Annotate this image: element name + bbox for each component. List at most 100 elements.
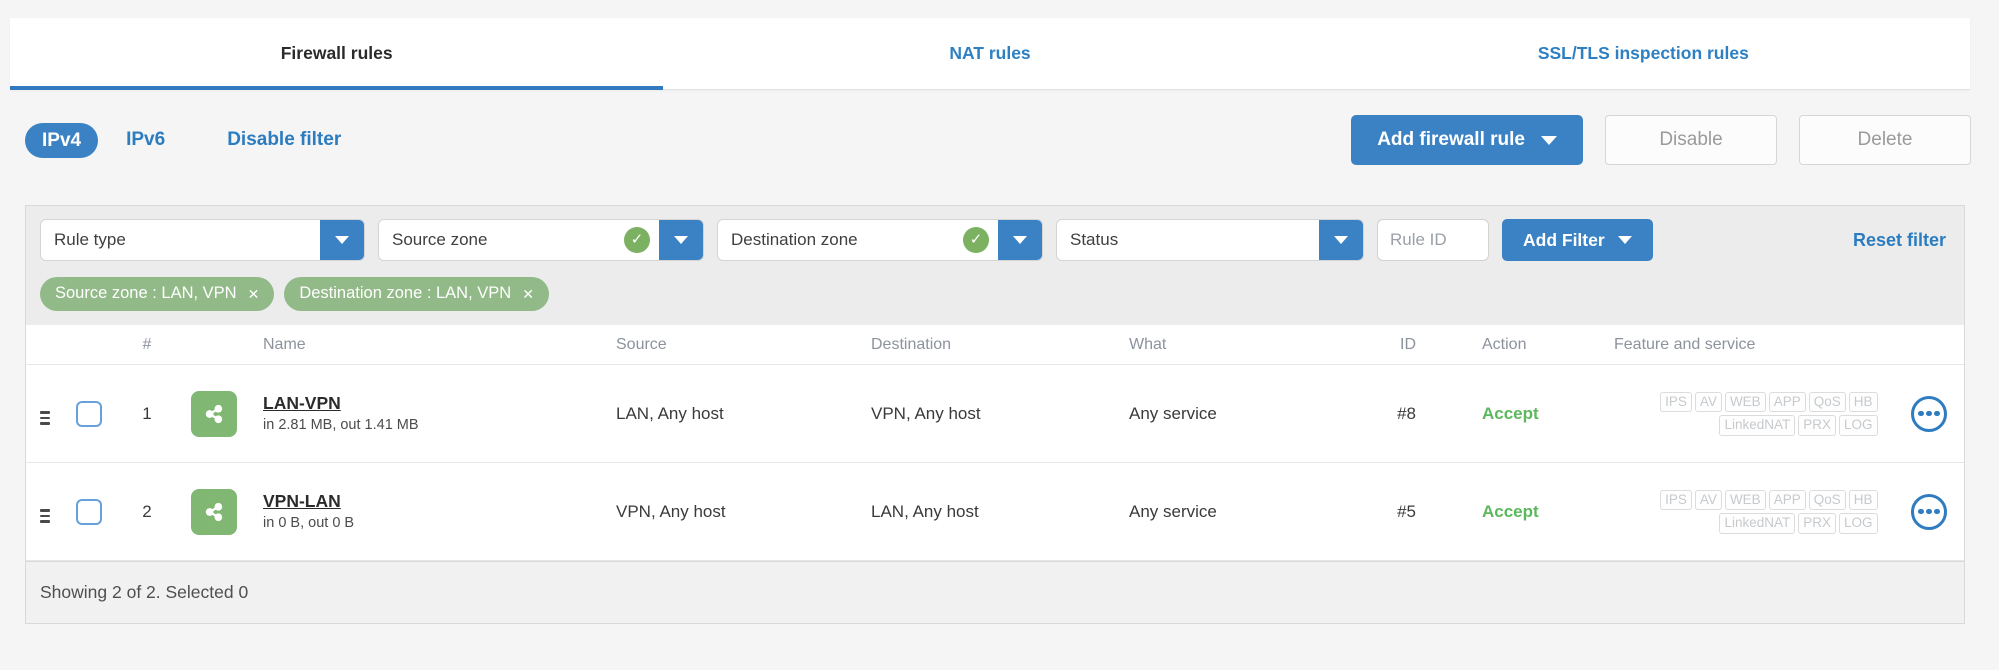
rule-source: VPN, Any host	[616, 501, 726, 521]
check-circle-icon: ✓	[963, 227, 989, 253]
chevron-down-icon	[1541, 135, 1557, 145]
source-zone-dropdown-button[interactable]	[659, 220, 703, 260]
destination-zone-label: Destination zone	[731, 230, 858, 249]
row-number: 2	[142, 501, 152, 521]
feature-badge: WEB	[1724, 489, 1766, 510]
feature-badge: APP	[1768, 391, 1806, 412]
chevron-down-icon	[674, 236, 688, 244]
feature-badges: IPS AV WEB APP QoS HB LinkedNAT PRX LOG	[1564, 488, 1894, 535]
toolbar-actions: Add firewall rule Disable Delete	[1351, 115, 1985, 165]
feature-badge: HB	[1848, 489, 1878, 510]
feature-badge: APP	[1768, 489, 1806, 510]
header-destination: Destination	[871, 335, 952, 353]
chevron-down-icon	[1334, 236, 1348, 244]
reset-filter-link[interactable]: Reset filter	[1853, 230, 1950, 251]
status-dropdown[interactable]: Status	[1056, 219, 1364, 261]
destination-zone-dropdown[interactable]: Destination zone ✓	[717, 219, 1043, 261]
add-filter-button[interactable]: Add Filter	[1502, 219, 1653, 261]
rule-what: Any service	[1129, 403, 1217, 423]
drag-handle-icon[interactable]	[38, 505, 52, 527]
rule-name-link[interactable]: VPN-LAN	[263, 491, 341, 511]
destination-zone-dropdown-button[interactable]	[998, 220, 1042, 260]
rule-what: Any service	[1129, 501, 1217, 521]
header-feature-and-service: Feature and service	[1614, 335, 1756, 353]
filter-chip-text: Destination zone : LAN, VPN	[299, 284, 512, 302]
feature-badge: PRX	[1798, 513, 1836, 534]
source-zone-label: Source zone	[392, 230, 488, 249]
drag-handle-icon[interactable]	[38, 407, 52, 429]
ipv4-toggle[interactable]: IPv4	[25, 122, 99, 158]
header-what: What	[1129, 335, 1167, 353]
check-circle-icon: ✓	[624, 227, 650, 253]
filter-row: Rule type Source zone ✓ Destination zone…	[40, 219, 1950, 261]
feature-badge: AV	[1694, 391, 1722, 412]
table-footer: Showing 2 of 2. Selected 0	[26, 561, 1964, 623]
showing-summary: Showing 2 of 2. Selected 0	[40, 582, 249, 602]
feature-badge: LinkedNAT	[1719, 415, 1796, 436]
feature-badge: QoS	[1808, 391, 1846, 412]
ipv6-toggle[interactable]: IPv6	[126, 129, 165, 151]
row-checkbox[interactable]	[76, 400, 102, 427]
feature-badge: LOG	[1838, 415, 1878, 436]
rule-action: Accept	[1482, 403, 1539, 423]
status-label: Status	[1070, 230, 1119, 249]
rule-destination: VPN, Any host	[871, 403, 981, 423]
rule-status-share-icon	[191, 390, 237, 437]
row-checkbox[interactable]	[76, 498, 102, 525]
rule-id: #8	[1397, 403, 1416, 423]
row-menu-ellipsis-icon[interactable]	[1911, 493, 1947, 530]
feature-badge: PRX	[1798, 415, 1836, 436]
feature-badge: IPS	[1660, 489, 1692, 510]
rule-traffic-stats: in 0 B, out 0 B	[263, 515, 355, 531]
tab-nat-rules[interactable]: NAT rules	[663, 18, 1316, 89]
filter-chip-row: Source zone : LAN, VPN ✕ Destination zon…	[40, 277, 1950, 311]
tab-ssl-tls-inspection-rules[interactable]: SSL/TLS inspection rules	[1317, 18, 1970, 89]
add-firewall-rule-button[interactable]: Add firewall rule	[1351, 115, 1583, 165]
filter-chip-source-zone: Source zone : LAN, VPN ✕	[40, 277, 275, 311]
rule-name-link[interactable]: LAN-VPN	[263, 393, 341, 413]
feature-badge: LOG	[1838, 513, 1878, 534]
row-number: 1	[142, 403, 152, 423]
source-zone-dropdown[interactable]: Source zone ✓	[378, 219, 704, 261]
filter-chip-destination-zone: Destination zone : LAN, VPN ✕	[284, 277, 549, 311]
tab-bar: Firewall rules NAT rules SSL/TLS inspect…	[10, 18, 1970, 90]
header-id: ID	[1400, 335, 1416, 353]
table-row: 1 LAN-VPN in 2.81 MB, out 1.41 MB LAN, A…	[26, 365, 1964, 463]
table-header: # Name Source Destination What ID Action…	[26, 325, 1964, 365]
feature-badge: IPS	[1660, 391, 1692, 412]
header-action: Action	[1482, 335, 1527, 353]
header-name: Name	[263, 335, 306, 353]
rule-source: LAN, Any host	[616, 403, 724, 423]
tab-firewall-rules[interactable]: Firewall rules	[10, 18, 664, 90]
rule-type-dropdown-button[interactable]	[320, 220, 364, 260]
filter-section: Rule type Source zone ✓ Destination zone…	[26, 206, 1964, 325]
firewall-rules-panel: Rule type Source zone ✓ Destination zone…	[25, 205, 1965, 624]
chevron-down-icon	[335, 236, 349, 244]
feature-badge: QoS	[1808, 489, 1846, 510]
status-dropdown-button[interactable]	[1319, 220, 1363, 260]
disable-filter-link[interactable]: Disable filter	[227, 129, 341, 151]
add-firewall-rule-label: Add firewall rule	[1377, 129, 1525, 150]
delete-button[interactable]: Delete	[1799, 115, 1971, 165]
row-menu-ellipsis-icon[interactable]	[1911, 395, 1947, 432]
feature-badge: WEB	[1724, 391, 1766, 412]
rule-type-dropdown[interactable]: Rule type	[40, 219, 365, 261]
feature-badge: HB	[1848, 391, 1878, 412]
rule-traffic-stats: in 2.81 MB, out 1.41 MB	[263, 417, 419, 433]
header-source: Source	[616, 335, 667, 353]
table-row: 2 VPN-LAN in 0 B, out 0 B VPN, Any host …	[26, 463, 1964, 561]
feature-badge: LinkedNAT	[1719, 513, 1796, 534]
rule-id-input[interactable]	[1377, 219, 1489, 261]
header-number: #	[142, 335, 152, 353]
chevron-down-icon	[1617, 236, 1632, 244]
rule-action: Accept	[1482, 501, 1539, 521]
feature-badge: AV	[1694, 489, 1722, 510]
chevron-down-icon	[1013, 236, 1027, 244]
feature-badges: IPS AV WEB APP QoS HB LinkedNAT PRX LOG	[1564, 390, 1894, 437]
remove-chip-icon[interactable]: ✕	[522, 287, 534, 301]
disable-button[interactable]: Disable	[1605, 115, 1777, 165]
filter-chip-text: Source zone : LAN, VPN	[55, 284, 237, 302]
toolbar: IPv4 IPv6 Disable filter Add firewall ru…	[25, 112, 1985, 168]
remove-chip-icon[interactable]: ✕	[248, 287, 260, 301]
rule-destination: LAN, Any host	[871, 501, 979, 521]
